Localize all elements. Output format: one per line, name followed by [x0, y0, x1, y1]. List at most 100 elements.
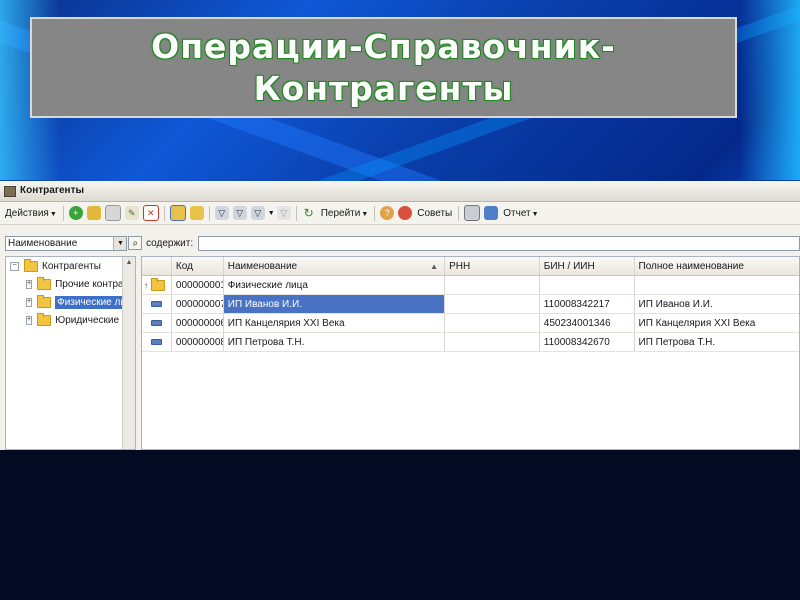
folder-icon: [24, 258, 38, 272]
item-icon: [150, 301, 162, 307]
chevron-down-icon: ▼: [361, 210, 369, 218]
copy-icon[interactable]: [104, 205, 121, 221]
cell-full-name: [635, 276, 799, 294]
toolbar-separator: [163, 205, 165, 221]
group-tree: − Контрагенты + Прочие контрагенты + Физ…: [5, 256, 136, 450]
item-icon-cell: [142, 295, 172, 313]
cell-bin: 110008342670: [540, 333, 635, 351]
toolbar-separator: [62, 205, 64, 221]
filter-icon[interactable]: ▽: [214, 206, 229, 220]
cell-code: 000000008: [172, 333, 224, 351]
header-rnn[interactable]: РНН: [445, 257, 540, 275]
add-icon[interactable]: +: [68, 206, 83, 220]
contains-input[interactable]: [198, 235, 800, 251]
collapse-icon[interactable]: −: [10, 261, 19, 271]
cell-code: 000000001: [172, 276, 224, 294]
cell-bin: 110008342217: [540, 295, 635, 313]
tree-scrollbar[interactable]: ▲: [122, 257, 135, 449]
cell-rnn: [445, 276, 540, 294]
header-icon-cell: [142, 257, 172, 275]
window-titlebar: Контрагенты: [0, 181, 800, 202]
move-to-group-icon[interactable]: [189, 206, 204, 220]
filter-field-value: Наименование: [8, 237, 78, 249]
toolbar-separator: [295, 205, 297, 221]
slide-footer-background: [0, 450, 800, 600]
table-header: Код Наименование ▲ РНН БИН / ИИН Полное …: [142, 257, 799, 276]
cell-bin: 450234001346: [540, 314, 635, 332]
hierarchy-icon[interactable]: [169, 205, 186, 221]
expand-icon[interactable]: +: [26, 297, 33, 307]
expand-icon[interactable]: +: [26, 279, 33, 289]
goto-menu[interactable]: Перейти▼: [318, 208, 372, 219]
app-window: Контрагенты Действия▼ + ✎ ✕ ▽ ▽ ▽ ▼ ▽ ↻ П…: [0, 181, 800, 450]
folder-icon: [37, 294, 52, 308]
table-row[interactable]: 000000008 ИП Петрова Т.Н. 110008342670 И…: [142, 333, 799, 352]
sort-ascending-icon: ▲: [430, 262, 439, 271]
table-row[interactable]: 000000007 ИП Иванов И.И. 110008342217 ИП…: [142, 295, 799, 314]
table-row-group[interactable]: ↑ 000000001 Физические лица: [142, 276, 799, 295]
table-row[interactable]: 000000006 ИП Канцелярия XXI Века 4502340…: [142, 314, 799, 333]
chevron-down-icon[interactable]: ▼: [113, 236, 127, 250]
tips-icon: [398, 206, 413, 220]
cell-bin: [540, 276, 635, 294]
cell-full-name: ИП Иванов И.И.: [638, 298, 713, 310]
goto-menu-label: Перейти: [320, 207, 361, 219]
search-icon[interactable]: ⌕: [128, 236, 143, 250]
slide-title: Операции-Справочник- Контрагенты: [151, 26, 616, 110]
filter-bar: Наименование ▼ ⌕ содержит:: [0, 232, 800, 254]
header-code[interactable]: Код: [172, 257, 224, 275]
help-icon[interactable]: ?: [380, 206, 395, 220]
toolbar-separator: [458, 205, 460, 221]
report-menu-label: Отчет: [503, 207, 531, 219]
filter-by-value-icon[interactable]: ▽: [232, 206, 247, 220]
chevron-down-icon: ▼: [49, 210, 57, 218]
cell-full-name: ИП Петрова Т.Н.: [638, 336, 716, 348]
cell-name: ИП Иванов И.И.: [223, 295, 446, 313]
item-icon: [150, 320, 162, 326]
tree-item-legal[interactable]: + Юридические лица: [6, 311, 135, 329]
toolbar: Действия▼ + ✎ ✕ ▽ ▽ ▽ ▼ ▽ ↻ Перейти▼ ? Со…: [0, 202, 800, 225]
filter-history-icon[interactable]: ▽: [250, 206, 265, 220]
level-up-icon: ↑: [143, 280, 148, 290]
contractors-table: Код Наименование ▲ РНН БИН / ИИН Полное …: [141, 256, 800, 450]
cell-name: Физические лица: [224, 276, 446, 294]
tree-root-label: Контрагенты: [42, 260, 101, 272]
list-settings-icon[interactable]: [464, 205, 481, 221]
slide-glow-right: [740, 0, 800, 180]
cell-code: 000000007: [172, 295, 224, 313]
header-bin[interactable]: БИН / ИИН: [540, 257, 635, 275]
actions-menu[interactable]: Действия▼: [2, 208, 60, 219]
tree-item-other[interactable]: + Прочие контрагенты: [6, 275, 135, 293]
report-menu[interactable]: Отчет▼: [500, 208, 541, 219]
catalog-icon: [4, 185, 16, 197]
cell-name: ИП Петрова Т.Н.: [224, 333, 446, 351]
item-icon-cell: [142, 314, 172, 332]
cell-full-name: ИП Канцелярия XXI Века: [638, 317, 756, 329]
slide-title-box: Операции-Справочник- Контрагенты: [30, 17, 737, 118]
toolbar-separator: [208, 205, 210, 221]
contains-label: содержит:: [146, 237, 194, 249]
header-name-label: Наименование: [227, 260, 298, 272]
tree-item-individuals[interactable]: + Физические лица: [6, 293, 135, 311]
header-full-name[interactable]: Полное наименование: [635, 257, 799, 275]
scroll-up-icon[interactable]: ▲: [123, 257, 135, 269]
header-name[interactable]: Наименование ▲: [224, 257, 446, 275]
slide-title-line1: Операции-Справочник-: [151, 26, 616, 66]
group-up-icon-cell: ↑: [142, 276, 172, 294]
tips-button[interactable]: Советы: [414, 208, 455, 219]
add-group-icon[interactable]: [86, 206, 101, 220]
expand-icon[interactable]: +: [26, 315, 33, 325]
actions-menu-label: Действия: [5, 207, 49, 219]
refresh-icon[interactable]: ↻: [302, 206, 316, 220]
report-icon: [484, 206, 499, 220]
filter-field-select[interactable]: Наименование ▼: [5, 235, 128, 251]
tree-root[interactable]: − Контрагенты: [6, 257, 135, 275]
folder-icon: [150, 277, 165, 291]
chevron-down-icon: ▼: [531, 210, 539, 218]
edit-icon[interactable]: ✎: [124, 206, 139, 220]
clear-filter-icon[interactable]: ▽: [276, 206, 291, 220]
delete-icon[interactable]: ✕: [142, 205, 159, 221]
chevron-down-icon: ▼: [267, 209, 275, 217]
slide-title-line2: Контрагенты: [253, 68, 514, 108]
toolbar-separator: [374, 205, 376, 221]
